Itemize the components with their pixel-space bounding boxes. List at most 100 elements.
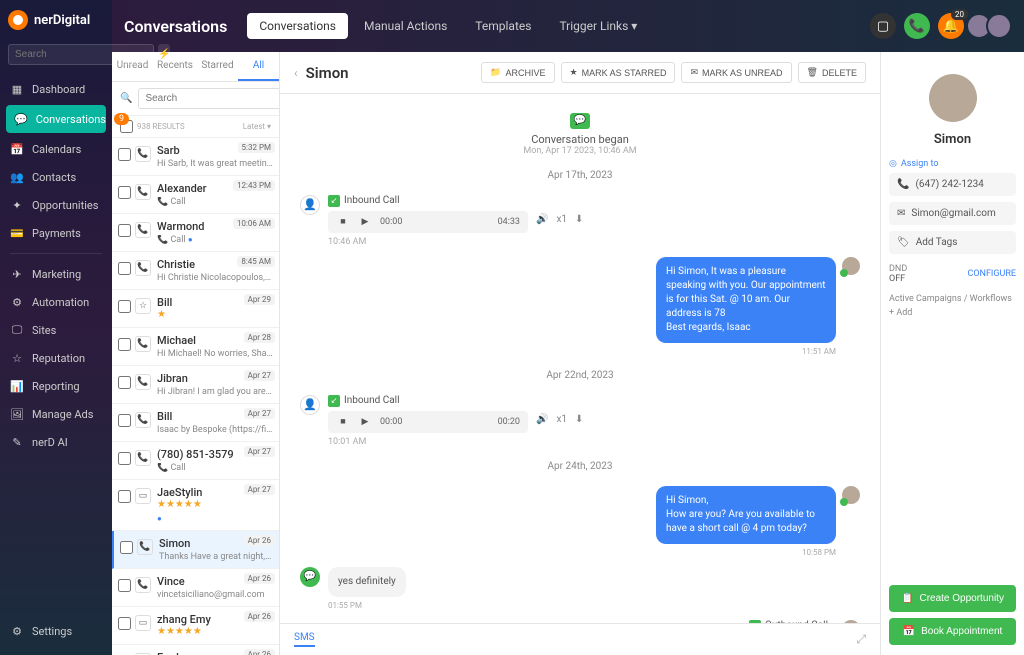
rating-stars: ★ xyxy=(157,309,273,320)
dnd-configure-link[interactable]: CONFIGURE xyxy=(967,269,1016,279)
nav-manage-ads[interactable]: 🖼Manage Ads xyxy=(0,400,112,428)
call-timestamp: 10:46 AM xyxy=(328,237,583,247)
nav-opportunities[interactable]: ✦Opportunities xyxy=(0,191,112,219)
chat-header: ‹ Simon 📁ARCHIVE ★MARK AS STARRED ✉MARK … xyxy=(280,52,880,94)
brand-logo: nerDigital xyxy=(0,0,112,40)
conversation-time: Apr 26 xyxy=(244,535,275,546)
speed-icon[interactable]: x1 xyxy=(556,214,567,225)
conversation-item[interactable]: ☆Bill★Apr 29 xyxy=(112,290,279,328)
download-icon[interactable]: ⬇ xyxy=(575,414,583,425)
contact-email-field[interactable]: ✉Simon@gmail.com xyxy=(889,202,1016,225)
topbar-avatars[interactable] xyxy=(972,13,1012,39)
conversation-item[interactable]: ▭Fred★★★★★Apr 26 xyxy=(112,645,279,655)
topbar-notifications-icon[interactable]: 🔔20 xyxy=(938,13,964,39)
volume-icon[interactable]: 🔊 xyxy=(536,414,548,425)
play-icon[interactable]: ▶ xyxy=(358,215,372,229)
inbound-call: 👤↙Inbound Call■▶00:0000:20🔊x1⬇10:01 AM xyxy=(300,395,860,447)
conversation-item[interactable]: 📞BillIsaac by Bespoke (https://firebasAp… xyxy=(112,404,279,442)
audio-current-time: 00:00 xyxy=(380,217,402,227)
sender-avatar xyxy=(842,620,860,624)
topbar-call-icon[interactable]: 📞 xyxy=(904,13,930,39)
audio-player[interactable]: ■▶00:0004:33 xyxy=(328,211,528,233)
conversation-preview: Isaac by Bespoke (https://firebas xyxy=(157,425,273,435)
audio-player[interactable]: ■▶00:0000:20 xyxy=(328,411,528,433)
conversation-item[interactable]: 📞Warmond📞 Call ●10:06 AM xyxy=(112,214,279,252)
book-appointment-button[interactable]: 📅Book Appointment xyxy=(889,618,1016,645)
nav-dashboard[interactable]: ▦Dashboard xyxy=(0,75,112,103)
target-icon: ◎ xyxy=(889,159,897,169)
delete-button[interactable]: 🗑DELETE xyxy=(798,62,866,83)
conversation-checkbox[interactable] xyxy=(118,224,131,237)
conversation-search-input[interactable] xyxy=(138,88,280,109)
conversation-checkbox[interactable] xyxy=(118,414,131,427)
global-search-lightning-button[interactable]: ⚡ xyxy=(158,44,170,65)
conversation-item[interactable]: 📞SarbHi Sarb, It was great meeting you5:… xyxy=(112,138,279,176)
stop-icon[interactable]: ■ xyxy=(336,415,350,429)
nav-reputation[interactable]: ☆Reputation xyxy=(0,344,112,372)
add-tags-field[interactable]: 🏷Add Tags xyxy=(889,231,1016,254)
conversation-item[interactable]: 📞Vincevincetsiciliano@gmail.comApr 26 xyxy=(112,569,279,607)
nav-settings[interactable]: ⚙Settings xyxy=(0,617,112,645)
nav-sites[interactable]: 🖵Sites xyxy=(0,316,112,344)
tab-templates[interactable]: Templates xyxy=(463,13,543,39)
global-search-input[interactable] xyxy=(8,44,154,65)
conversation-checkbox[interactable] xyxy=(118,376,131,389)
conversation-checkbox[interactable] xyxy=(118,300,131,313)
back-icon[interactable]: ‹ xyxy=(294,66,298,80)
conversation-item[interactable]: 📞SimonThanks Have a great night, pleasAp… xyxy=(112,531,279,569)
nav-marketing[interactable]: ✈Marketing xyxy=(0,260,112,288)
list-tab-starred[interactable]: Starred xyxy=(197,52,238,81)
download-icon[interactable]: ⬇ xyxy=(575,214,583,225)
conversation-checkbox[interactable] xyxy=(120,541,133,554)
conversation-checkbox[interactable] xyxy=(118,338,131,351)
tab-conversations[interactable]: Conversations xyxy=(247,13,348,39)
call-status-icon: ↙ xyxy=(328,395,340,407)
message-bubble: Hi Simon, It was a pleasure speaking wit… xyxy=(656,257,836,343)
tab-manual-actions[interactable]: Manual Actions xyxy=(352,13,459,39)
conversation-checkbox[interactable] xyxy=(118,579,131,592)
nav-calendars[interactable]: 📅Calendars xyxy=(0,135,112,163)
speed-icon[interactable]: x1 xyxy=(556,414,567,425)
conversation-item[interactable]: 📞ChristieHi Christie Nicolacopoulos, You… xyxy=(112,252,279,290)
tab-trigger-links[interactable]: Trigger Links ▾ xyxy=(547,13,649,39)
topbar-app-icon[interactable]: ▢ xyxy=(870,13,896,39)
conversation-checkbox[interactable] xyxy=(118,262,131,275)
contact-phone-field[interactable]: 📞(647) 242-1234 xyxy=(889,173,1016,196)
nav-contacts[interactable]: 👥Contacts xyxy=(0,163,112,191)
add-campaign-link[interactable]: + Add xyxy=(889,308,1016,318)
channel-icon: 📞 xyxy=(137,539,153,555)
conversation-checkbox[interactable] xyxy=(118,452,131,465)
conversation-checkbox[interactable] xyxy=(118,186,131,199)
input-channel-tab[interactable]: SMS xyxy=(294,632,315,647)
nav-conversations[interactable]: 💬Conversations9 xyxy=(6,105,106,133)
conversation-checkbox[interactable] xyxy=(118,490,131,503)
conversation-item[interactable]: ▭JaeStylin★★★★★●Apr 27 xyxy=(112,480,279,531)
nav-nerd-ai[interactable]: ✎nerD AI xyxy=(0,428,112,456)
conversation-item[interactable]: 📞MichaelHi Michael! No worries, Shabbat … xyxy=(112,328,279,366)
expand-input-icon[interactable]: ⤢ xyxy=(856,632,866,647)
call-label: ↗Outbound Call xyxy=(749,620,828,624)
stop-icon[interactable]: ■ xyxy=(336,215,350,229)
conversation-item[interactable]: 📞Alexander📞 Call12:43 PM xyxy=(112,176,279,214)
conversation-item[interactable]: 📞(780) 851-3579📞 CallApr 27 xyxy=(112,442,279,480)
nav-reporting[interactable]: 📊Reporting xyxy=(0,372,112,400)
sort-dropdown[interactable]: Latest ▾ xyxy=(243,122,271,131)
mark-unread-button[interactable]: ✉MARK AS UNREAD xyxy=(681,62,791,83)
conversation-checkbox[interactable] xyxy=(118,617,131,630)
play-icon[interactable]: ▶ xyxy=(358,415,372,429)
list-tab-all[interactable]: All xyxy=(238,52,279,81)
volume-icon[interactable]: 🔊 xyxy=(536,214,548,225)
conversation-item[interactable]: 📞JibranHi Jibran! I am glad you are busy… xyxy=(112,366,279,404)
conversation-item[interactable]: ▭zhang Emy★★★★★Apr 26 xyxy=(112,607,279,645)
nav-automation[interactable]: ⚙Automation xyxy=(0,288,112,316)
nav-payments[interactable]: 💳Payments xyxy=(0,219,112,247)
campaigns-label: Active Campaigns / Workflows xyxy=(889,294,1016,304)
folder-icon: 📁 xyxy=(490,67,501,78)
call-timestamp: 10:01 AM xyxy=(328,437,583,447)
conversation-checkbox[interactable] xyxy=(118,148,131,161)
archive-button[interactable]: 📁ARCHIVE xyxy=(481,62,554,83)
star-icon: ★ xyxy=(570,67,578,78)
mark-starred-button[interactable]: ★MARK AS STARRED xyxy=(561,62,676,83)
chat-body[interactable]: 💬 Conversation began Mon, Apr 17 2023, 1… xyxy=(280,94,880,623)
create-opportunity-button[interactable]: 📋Create Opportunity xyxy=(889,585,1016,612)
